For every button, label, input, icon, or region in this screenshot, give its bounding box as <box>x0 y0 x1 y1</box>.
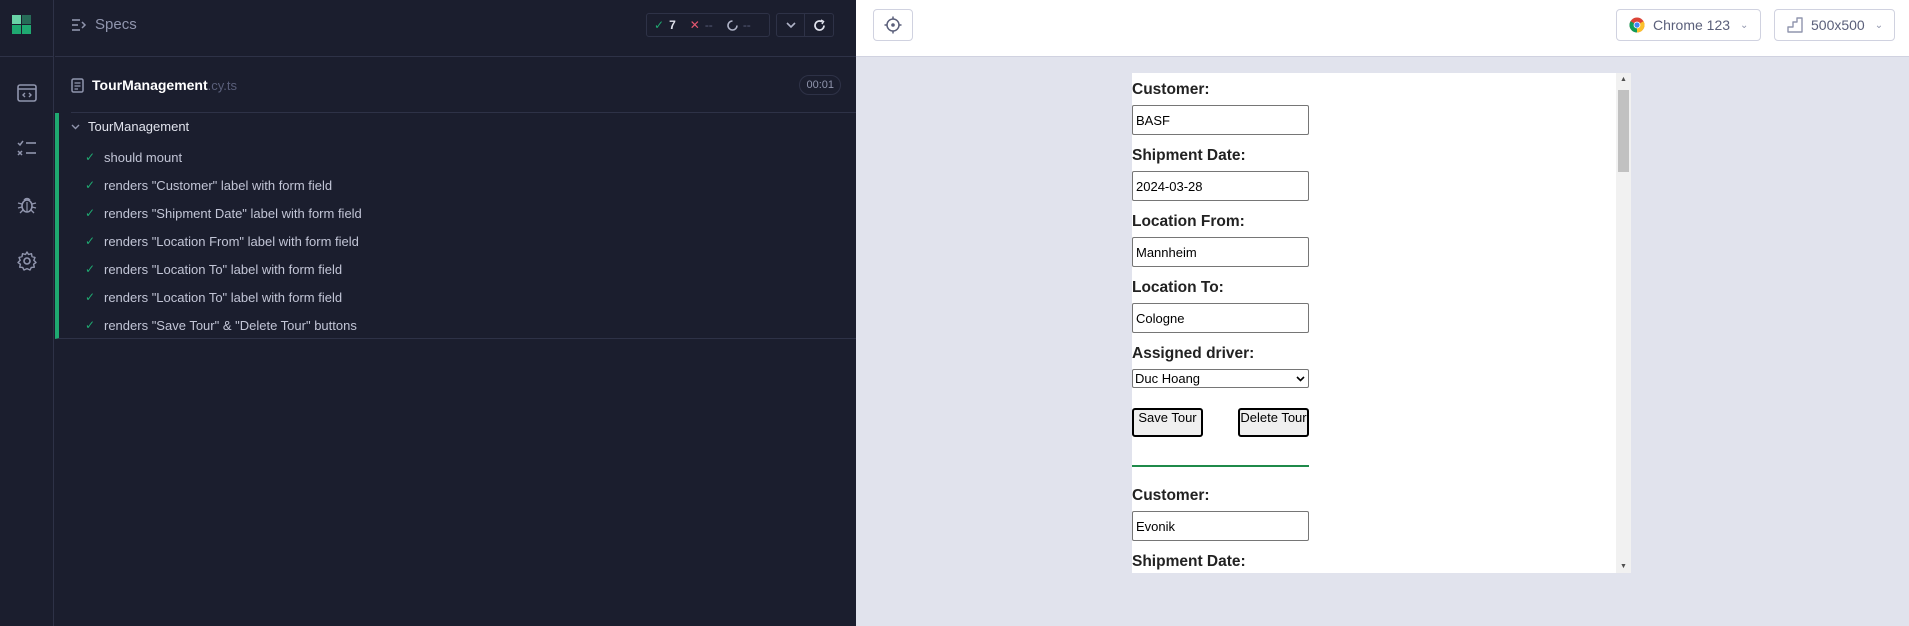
save-tour-button[interactable]: Save Tour <box>1132 408 1203 437</box>
test-title: renders "Customer" label with form field <box>104 177 333 193</box>
settings-icon[interactable] <box>0 246 54 276</box>
shipment-date-label: Shipment Date: <box>1132 553 1246 570</box>
test-item[interactable]: ✓ renders "Shipment Date" label with form… <box>85 203 362 223</box>
suite-title: TourManagement <box>88 119 190 134</box>
assigned-driver-label: Assigned driver: <box>1132 345 1255 362</box>
location-to-label: Location To: <box>1132 279 1224 296</box>
customer-input[interactable]: BASF <box>1132 105 1309 135</box>
rail-divider <box>0 56 54 57</box>
chevron-down-icon: ⌄ <box>1740 19 1749 31</box>
test-title: renders "Location From" label with form … <box>104 233 359 249</box>
shipment-date-input[interactable]: 2024-03-28 <box>1132 171 1309 201</box>
specs-toggle-button[interactable]: Specs <box>71 16 137 33</box>
location-from-label: Location From: <box>1132 213 1245 230</box>
viewport-icon <box>1787 17 1803 33</box>
cross-icon: ✕ <box>689 18 700 32</box>
test-title: renders "Location To" label with form fi… <box>104 261 343 277</box>
location-to-input[interactable]: Cologne <box>1132 303 1309 333</box>
browser-select-button[interactable]: Chrome 123 ⌄ <box>1616 9 1761 41</box>
pending-icon <box>727 19 738 31</box>
test-item[interactable]: ✓ renders "Location To" label with form f… <box>85 287 342 307</box>
reporter-panel: Specs ✓ 7 ✕ -- -- TourManagement .cy.ts … <box>55 0 856 626</box>
spec-file-ext: .cy.ts <box>207 77 238 93</box>
customer-label: Customer: <box>1132 487 1210 504</box>
aut-header: Chrome 123 ⌄ 500x500 ⌄ <box>856 0 1909 57</box>
test-title: should mount <box>104 149 183 165</box>
check-icon: ✓ <box>85 290 96 304</box>
collapse-all-button[interactable] <box>776 13 805 37</box>
customer-label: Customer: <box>1132 81 1210 98</box>
rerun-button[interactable] <box>805 13 834 37</box>
check-icon: ✓ <box>85 318 96 332</box>
scroll-up-icon[interactable]: ▲ <box>1620 76 1627 83</box>
menu-expand-icon <box>72 18 87 31</box>
customer-input[interactable]: Evonik <box>1132 511 1309 541</box>
test-item[interactable]: ✓ should mount <box>85 147 182 167</box>
reporter-header: Specs ✓ 7 ✕ -- -- <box>55 0 856 57</box>
delete-tour-button[interactable]: Delete Tour <box>1238 408 1309 437</box>
header-actions <box>776 13 834 37</box>
check-icon: ✓ <box>85 178 96 192</box>
spec-file-name: TourManagement <box>92 77 208 93</box>
pending-count: -- <box>742 18 751 32</box>
check-icon: ✓ <box>85 206 96 220</box>
test-item[interactable]: ✓ renders "Save Tour" & "Delete Tour" but… <box>85 315 357 335</box>
test-stats: ✓ 7 ✕ -- -- <box>646 13 770 37</box>
spec-file-row[interactable]: TourManagement .cy.ts 00:01 <box>71 70 841 100</box>
test-suite: TourManagement ✓ should mount ✓ renders "C… <box>55 113 856 339</box>
chevron-down-icon: ⌄ <box>1874 19 1884 31</box>
test-title: renders "Save Tour" & "Delete Tour" butt… <box>104 317 357 333</box>
cypress-logo-icon[interactable] <box>12 15 32 35</box>
document-icon <box>71 77 84 93</box>
failed-count: -- <box>704 18 713 32</box>
runs-icon[interactable] <box>0 134 54 164</box>
specs-list-icon[interactable] <box>0 78 54 108</box>
form-divider <box>1132 465 1309 467</box>
passed-count: 7 <box>669 18 676 32</box>
failed-stat: ✕ -- <box>683 18 720 32</box>
check-icon: ✓ <box>85 262 96 276</box>
browser-label: Chrome 123 <box>1653 17 1731 33</box>
chevron-down-icon <box>71 124 80 129</box>
aut-panel: Chrome 123 ⌄ 500x500 ⌄ Customer: BASF Sh… <box>856 0 1909 626</box>
chrome-icon <box>1629 17 1645 33</box>
test-title: renders "Location To" label with form fi… <box>104 289 343 305</box>
check-icon: ✓ <box>85 234 96 248</box>
debug-icon[interactable] <box>0 190 54 220</box>
check-icon: ✓ <box>654 18 665 32</box>
scrollbar-thumb[interactable] <box>1618 90 1629 172</box>
passed-stat: ✓ 7 <box>647 18 683 32</box>
test-title: renders "Shipment Date" label with form … <box>104 205 362 221</box>
iframe-scrollbar[interactable]: ▲ ▼ <box>1616 73 1631 573</box>
assigned-driver-select[interactable]: Duc Hoang <box>1132 369 1309 388</box>
check-icon: ✓ <box>85 150 96 164</box>
crosshair-icon <box>884 16 902 34</box>
refresh-icon <box>813 18 825 31</box>
test-item[interactable]: ✓ renders "Location From" label with form… <box>85 231 359 251</box>
suite-header[interactable]: TourManagement <box>71 119 189 134</box>
test-item[interactable]: ✓ renders "Customer" label with form fiel… <box>85 175 332 195</box>
chevron-down-icon <box>785 21 796 28</box>
driver-value: Duc Hoang <box>1135 371 1201 386</box>
chevron-down-icon <box>1296 375 1305 382</box>
shipment-date-label: Shipment Date: <box>1132 147 1246 164</box>
icon-rail <box>0 0 54 626</box>
location-from-input[interactable]: Mannheim <box>1132 237 1309 267</box>
app-iframe: Customer: BASF Shipment Date: 2024-03-28… <box>1132 73 1631 573</box>
specs-label: Specs <box>95 16 137 33</box>
viewport-label: 500x500 <box>1811 17 1865 33</box>
selector-playground-button[interactable] <box>873 9 913 41</box>
test-item[interactable]: ✓ renders "Location To" label with form f… <box>85 259 342 279</box>
spec-duration: 00:01 <box>799 75 841 95</box>
pending-stat: -- <box>720 18 758 32</box>
scroll-down-icon[interactable]: ▼ <box>1620 563 1627 570</box>
viewport-button[interactable]: 500x500 ⌄ <box>1774 9 1895 41</box>
